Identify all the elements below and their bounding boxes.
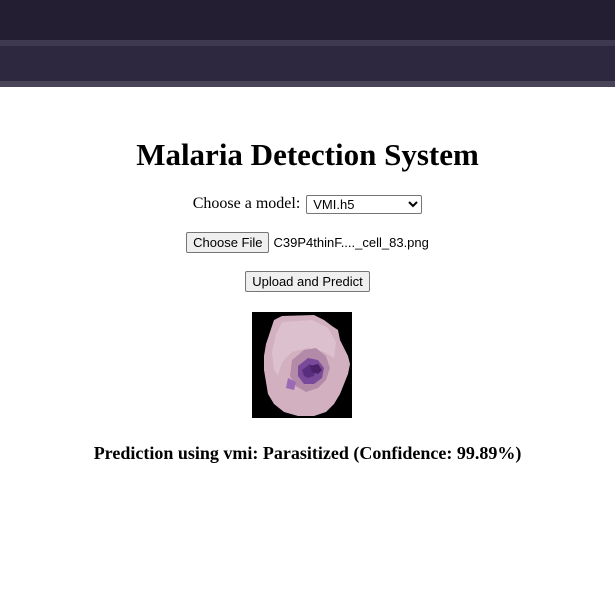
choose-file-button[interactable]: Choose File [186,232,270,254]
cell-image-preview [252,312,352,418]
top-bar-lower-band [0,46,615,81]
model-label: Choose a model: [192,195,301,212]
top-bar-band [0,0,615,40]
cell-image [252,312,352,418]
model-select[interactable]: VMI.h5 [306,194,423,214]
file-input-row: Choose File C39P4thinF...._cell_83.png [0,232,615,254]
model-row: Choose a model: VMI.h5 [0,193,615,215]
browser-top-bar [0,0,615,87]
selected-file-name: C39P4thinF...._cell_83.png [273,234,429,250]
upload-predict-button[interactable]: Upload and Predict [245,271,370,292]
top-bar-edge [0,81,615,87]
prediction-result: Prediction using vmi: Parasitized (Confi… [93,443,522,463]
page-title: Malaria Detection System [136,137,479,172]
upload-row: Upload and Predict [0,271,615,292]
